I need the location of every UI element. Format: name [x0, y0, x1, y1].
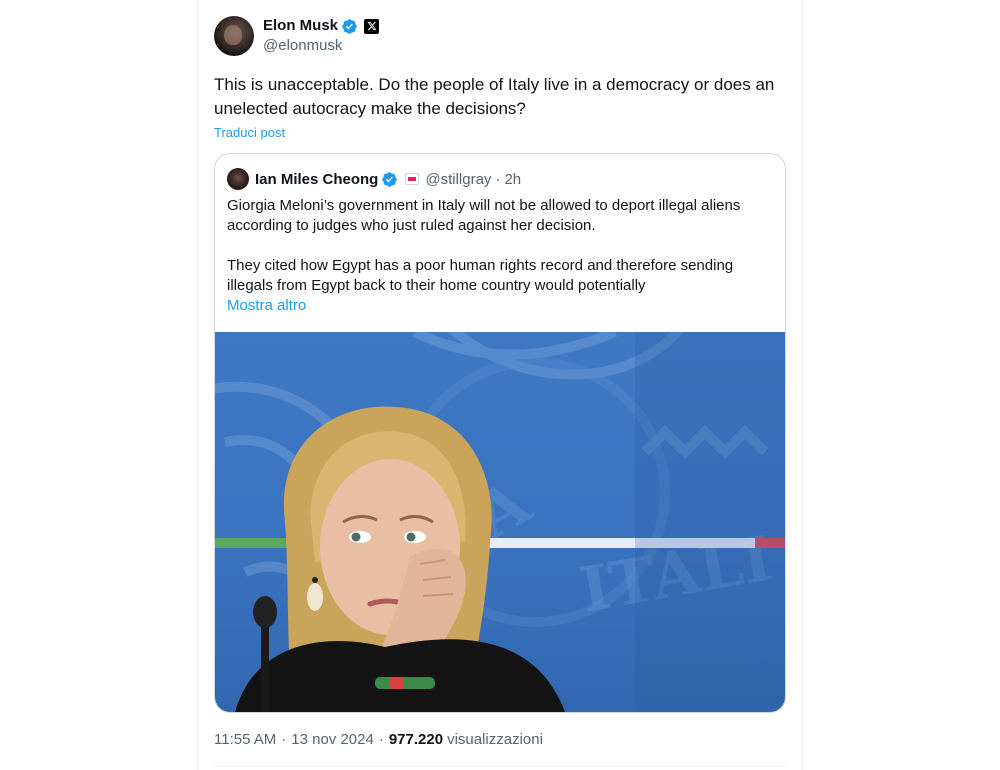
quoted-author-handle[interactable]: @stillgray	[425, 171, 491, 188]
quoted-paragraph-1: Giorgia Meloni’s government in Italy wil…	[227, 197, 741, 234]
translate-post-link[interactable]: Traduci post	[214, 125, 285, 140]
tweet-date[interactable]: 13 nov 2024	[291, 731, 374, 748]
quoted-tweet-time[interactable]: 2h	[504, 171, 521, 188]
quoted-author-name[interactable]: Ian Miles Cheong	[255, 171, 378, 188]
tweet-meta: 11:55 AM · 13 nov 2024 · 977.220 visuali…	[214, 731, 543, 748]
quoted-tweet-photo[interactable]: ITALI LA	[215, 332, 785, 712]
separator-dot: ·	[281, 731, 287, 748]
quoted-tweet[interactable]: Ian Miles Cheong @stillgray · 2h Giorgia…	[214, 153, 786, 713]
views-count[interactable]: 977.220	[389, 731, 443, 748]
views-label: visualizzazioni	[447, 731, 543, 748]
tweet-time[interactable]: 11:55 AM	[214, 731, 276, 748]
quoted-tweet-header: Ian Miles Cheong @stillgray · 2h	[227, 168, 521, 190]
show-more-link[interactable]: Mostra altro	[227, 297, 306, 314]
author-name[interactable]: Elon Musk	[263, 16, 338, 36]
tweet-text: This is unacceptable. Do the people of I…	[214, 75, 775, 118]
quoted-paragraph-2: They cited how Egypt has a poor human ri…	[227, 257, 734, 294]
photo-illustration: ITALI LA	[215, 332, 785, 712]
separator-dot: ·	[378, 731, 384, 748]
verified-badge-icon	[382, 171, 398, 187]
affiliation-badge-icon	[405, 173, 420, 185]
verified-badge-icon	[342, 18, 357, 34]
quoted-tweet-text: Giorgia Meloni’s government in Italy wil…	[227, 196, 772, 316]
tweet-column: Elon Musk @elonmusk This is unacceptable…	[197, 0, 803, 770]
author-handle[interactable]: @elonmusk	[263, 36, 379, 56]
author-avatar[interactable]	[214, 16, 254, 56]
quoted-author-avatar[interactable]	[227, 168, 249, 190]
tweet-author: Elon Musk @elonmusk	[214, 14, 380, 58]
divider	[214, 766, 786, 767]
author-name-line: Elon Musk	[263, 16, 380, 36]
author-text: Elon Musk @elonmusk	[263, 16, 380, 56]
separator-dot: ·	[495, 170, 501, 188]
x-logo-icon	[364, 18, 380, 34]
